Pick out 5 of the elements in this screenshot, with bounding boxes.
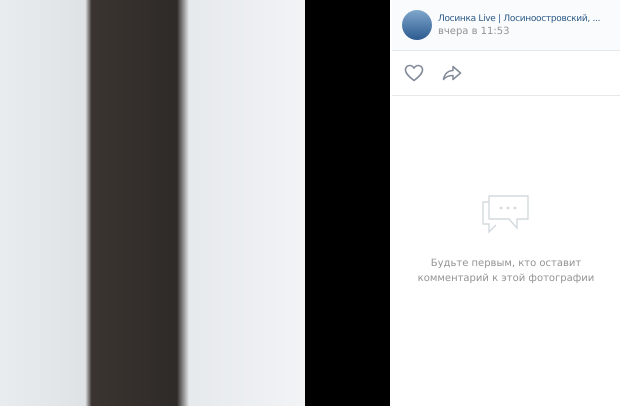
empty-comments-message: Будьте первым, кто оставит комментарий к этой фотографии xyxy=(416,257,596,286)
author-link[interactable]: Лосинка Live | Лосиноостровский, ... xyxy=(438,14,600,24)
share-arrow-icon[interactable] xyxy=(442,65,462,81)
like-heart-icon[interactable] xyxy=(404,64,424,82)
avatar[interactable] xyxy=(402,10,432,40)
